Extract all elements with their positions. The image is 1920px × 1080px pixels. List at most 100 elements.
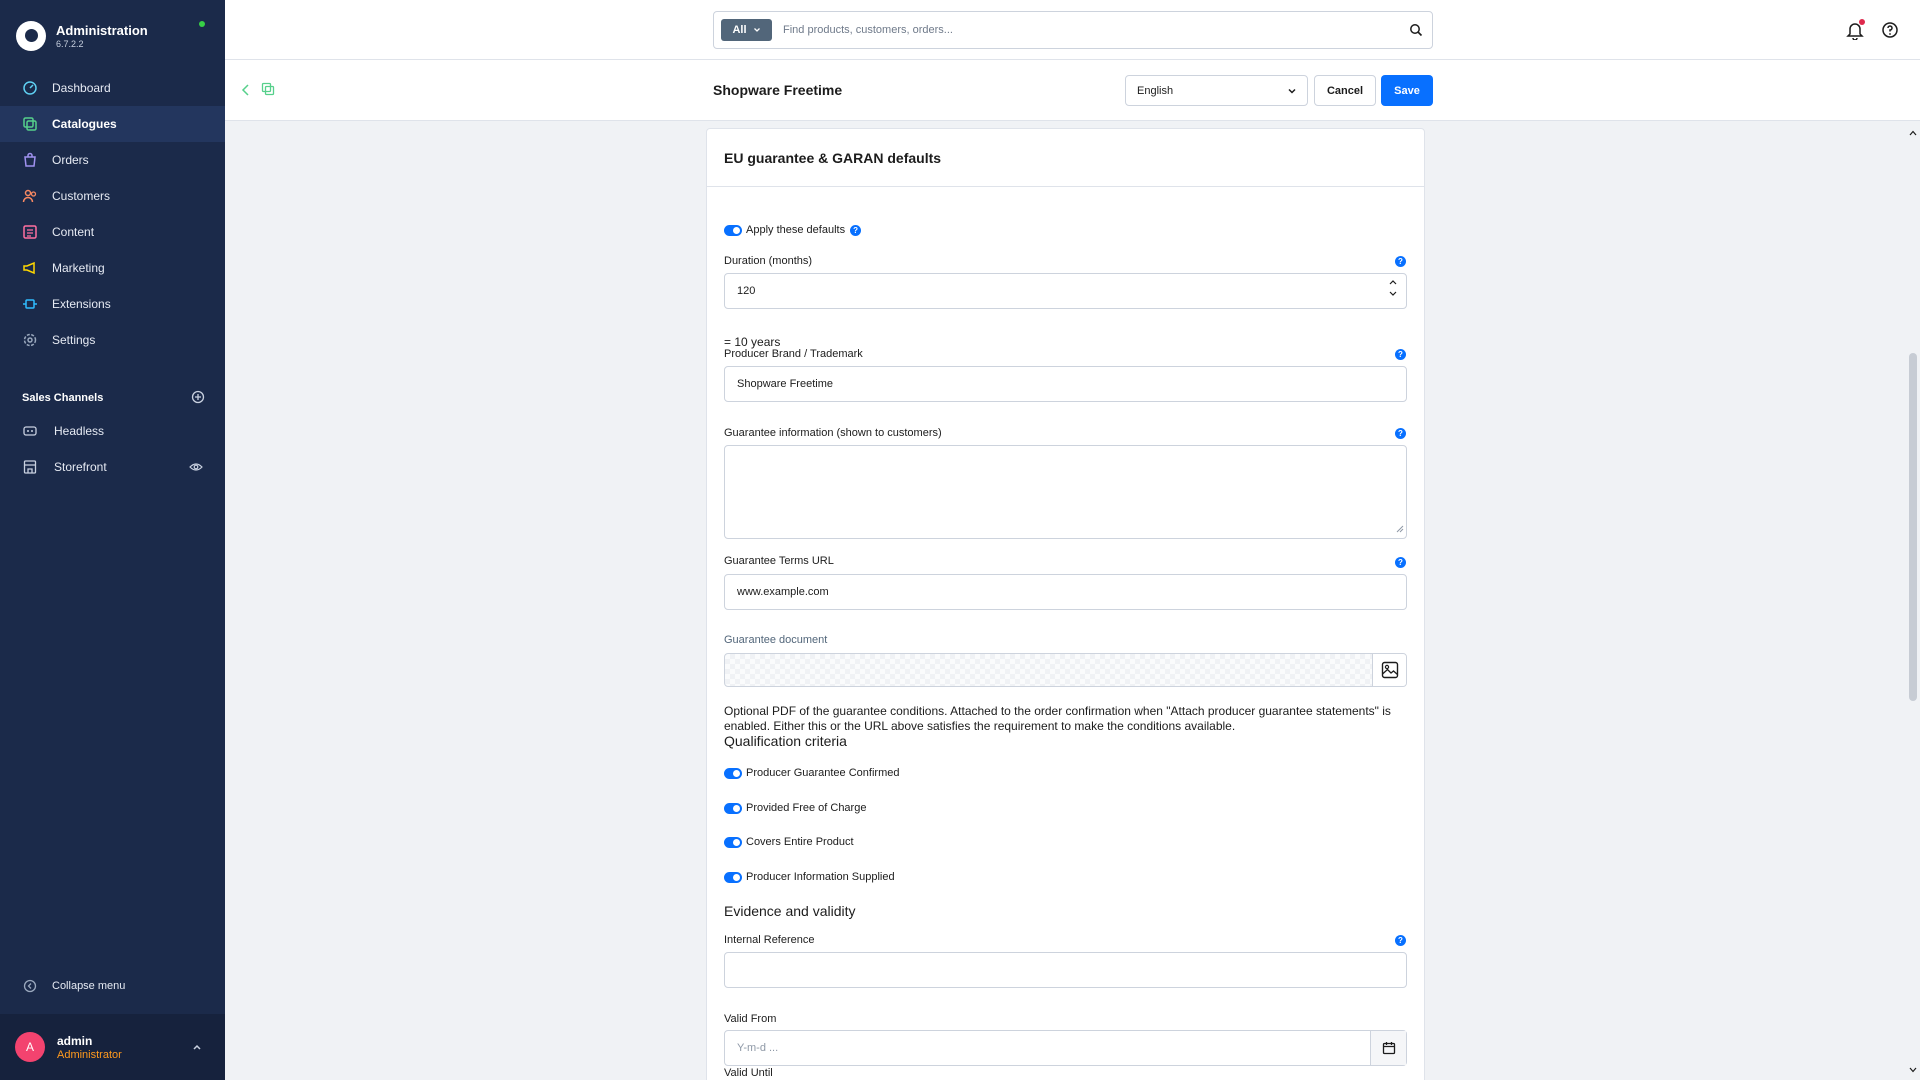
scrollbar-thumb[interactable] — [1909, 353, 1917, 701]
toggle-switch[interactable] — [724, 767, 742, 779]
duration-field[interactable] — [724, 273, 1407, 309]
nav-label: Marketing — [52, 261, 105, 275]
valid-from-field[interactable] — [724, 1030, 1407, 1066]
terms-url-field[interactable] — [724, 574, 1407, 610]
valid-from-input[interactable] — [737, 1042, 1406, 1054]
sales-channels-heading: Sales Channels — [22, 388, 205, 408]
toggle-label: Covers Entire Product — [746, 836, 854, 848]
info-icon[interactable]: ? — [850, 224, 862, 236]
toggle-switch[interactable] — [724, 836, 742, 848]
shopware-logo — [16, 21, 46, 51]
catalogues-icon — [22, 116, 38, 132]
brand-input[interactable] — [737, 378, 1406, 390]
search-input[interactable] — [783, 24, 1400, 36]
page-header: Shopware Freetime English Cancel Save — [225, 60, 1920, 121]
apply-defaults-toggle[interactable]: Apply these defaults ? — [724, 224, 862, 236]
toggle-provided-free-of-charge[interactable]: Provided Free of Charge — [724, 802, 866, 814]
toggle-producer-information-supplied[interactable]: Producer Information Supplied — [724, 871, 895, 883]
nav-label: Orders — [52, 153, 89, 167]
internal-reference-label: Internal Reference — [724, 934, 815, 946]
nav-item-marketing[interactable]: Marketing — [0, 250, 225, 286]
sales-channel-label: Storefront — [54, 460, 107, 474]
toggle-switch[interactable] — [724, 224, 742, 236]
info-icon[interactable]: ? — [1395, 349, 1406, 360]
search-icon[interactable] — [1400, 23, 1432, 37]
marketing-icon — [22, 260, 38, 276]
nav-item-content[interactable]: Content — [0, 214, 225, 250]
chevron-up-icon[interactable] — [1388, 278, 1398, 286]
language-select[interactable]: English — [1125, 75, 1308, 106]
collapse-menu-button[interactable]: Collapse menu — [22, 978, 125, 994]
scrollbar[interactable] — [1906, 121, 1920, 1080]
search-type-select[interactable]: All — [721, 19, 772, 41]
calendar-button[interactable] — [1370, 1031, 1406, 1065]
orders-icon — [22, 152, 38, 168]
sales-channel-list: Headless Storefront — [0, 413, 225, 485]
guarantee-defaults-card: EU guarantee & GARAN defaults Apply thes… — [706, 128, 1425, 1080]
brand-title: Administration — [56, 23, 148, 38]
user-role: Administrator — [57, 1048, 122, 1061]
nav-label: Customers — [52, 189, 111, 203]
language-value: English — [1137, 84, 1174, 97]
info-icon[interactable]: ? — [1395, 256, 1406, 267]
user-menu[interactable]: A admin Administrator — [0, 1014, 225, 1080]
sales-channel-headless[interactable]: Headless — [0, 413, 225, 449]
qualification-heading: Qualification criteria — [724, 733, 847, 749]
image-picker-button[interactable] — [1372, 654, 1406, 686]
scroll-up-icon[interactable] — [1909, 123, 1917, 141]
sales-channel-storefront[interactable]: Storefront — [0, 449, 225, 485]
internal-reference-input[interactable] — [737, 964, 1406, 976]
document-upload-field[interactable] — [724, 653, 1407, 687]
nav-label: Settings — [52, 333, 96, 347]
settings-icon — [22, 332, 38, 348]
nav-label: Extensions — [52, 297, 111, 311]
guarantee-info-textarea[interactable] — [724, 445, 1407, 539]
info-icon[interactable]: ? — [1395, 428, 1406, 439]
toggle-label: Producer Guarantee Confirmed — [746, 767, 900, 779]
nav-item-dashboard[interactable]: Dashboard — [0, 70, 225, 106]
resize-handle-icon[interactable] — [1396, 524, 1404, 536]
customers-icon — [22, 188, 38, 204]
cancel-button[interactable]: Cancel — [1314, 75, 1376, 106]
sales-channels-title: Sales Channels — [22, 392, 104, 404]
duplicate-icon[interactable] — [261, 82, 275, 101]
nav-item-extensions[interactable]: Extensions — [0, 286, 225, 322]
toggle-label: Producer Information Supplied — [746, 871, 895, 883]
toggle-producer-guarantee-confirmed[interactable]: Producer Guarantee Confirmed — [724, 767, 899, 779]
brand-label: Producer Brand / Trademark — [724, 348, 863, 360]
terms-url-input[interactable] — [737, 586, 1406, 598]
info-icon[interactable]: ? — [1395, 935, 1406, 946]
save-button[interactable]: Save — [1381, 75, 1433, 106]
add-sales-channel-icon[interactable] — [191, 390, 205, 407]
chevron-down-icon[interactable] — [1388, 290, 1398, 298]
toggle-switch[interactable] — [724, 871, 742, 883]
brand[interactable]: Administration 6.7.2.2 — [16, 16, 212, 56]
nav-item-orders[interactable]: Orders — [0, 142, 225, 178]
help-button[interactable] — [1881, 21, 1899, 39]
toggle-switch[interactable] — [724, 802, 742, 814]
valid-until-label: Valid Until — [724, 1067, 773, 1079]
toggle-covers-entire-product[interactable]: Covers Entire Product — [724, 836, 854, 848]
brand-field[interactable] — [724, 366, 1407, 402]
duration-label: Duration (months) — [724, 255, 813, 267]
nav-item-catalogues[interactable]: Catalogues — [0, 106, 225, 142]
eye-icon[interactable] — [189, 460, 203, 477]
duration-input[interactable] — [737, 285, 1406, 297]
chevron-down-icon — [1287, 86, 1297, 99]
internal-reference-field[interactable] — [724, 952, 1407, 988]
toggle-label: Provided Free of Charge — [746, 802, 867, 814]
info-icon[interactable]: ? — [1395, 557, 1406, 568]
terms-url-label: Guarantee Terms URL — [724, 555, 834, 567]
nav-item-customers[interactable]: Customers — [0, 178, 225, 214]
status-indicator — [199, 21, 205, 27]
nav-label: Dashboard — [52, 81, 111, 95]
calendar-icon — [1382, 1042, 1395, 1055]
nav-item-settings[interactable]: Settings — [0, 322, 225, 358]
notifications-button[interactable] — [1846, 19, 1865, 41]
scroll-down-icon[interactable] — [1909, 1060, 1917, 1078]
back-icon[interactable] — [240, 83, 252, 102]
document-help-text: Optional PDF of the guarantee conditions… — [724, 704, 1391, 733]
number-stepper[interactable] — [1388, 278, 1398, 298]
image-icon — [1381, 661, 1398, 679]
chevron-down-icon — [753, 28, 760, 32]
